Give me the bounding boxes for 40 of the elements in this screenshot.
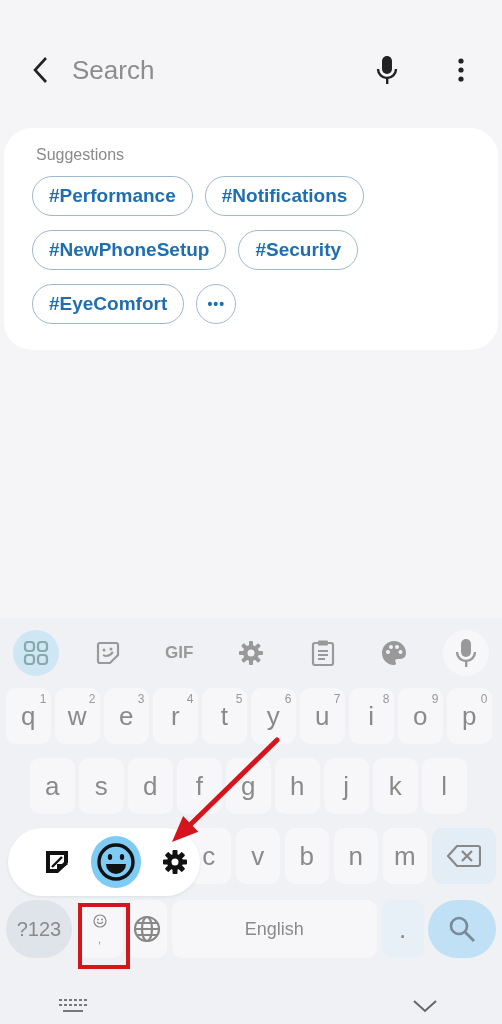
gif-button[interactable]: GIF bbox=[156, 630, 203, 676]
letter-key[interactable]: f bbox=[177, 758, 222, 814]
grid-icon[interactable] bbox=[12, 630, 59, 676]
hashtag-chip[interactable]: #NewPhoneSetup bbox=[32, 230, 227, 270]
smiley-icon bbox=[92, 913, 107, 928]
globe-key[interactable] bbox=[127, 900, 167, 958]
hashtag-chip[interactable]: #Notifications bbox=[204, 176, 365, 216]
letter-key[interactable]: l bbox=[422, 758, 467, 814]
letter-key[interactable]: 4 r bbox=[153, 688, 198, 744]
letter-key[interactable]: a bbox=[30, 758, 75, 814]
letter-key[interactable]: k bbox=[373, 758, 418, 814]
back-icon[interactable] bbox=[32, 56, 48, 84]
more-options-icon[interactable] bbox=[458, 58, 464, 82]
period-key[interactable]: . bbox=[381, 900, 424, 958]
letter-key[interactable]: s bbox=[79, 758, 124, 814]
backspace-icon bbox=[446, 844, 481, 868]
space-bar[interactable]: English bbox=[171, 900, 377, 958]
microphone-icon[interactable] bbox=[376, 55, 398, 85]
chevron-down-icon[interactable] bbox=[412, 999, 438, 1013]
letter-key[interactable]: d bbox=[128, 758, 173, 814]
symbols-key[interactable]: ?123 bbox=[6, 900, 72, 958]
search-icon bbox=[448, 915, 476, 943]
letter-key[interactable]: 5 t bbox=[202, 688, 247, 744]
globe-icon bbox=[132, 914, 162, 944]
hashtag-chip[interactable]: #Security bbox=[238, 230, 359, 270]
hashtag-chip[interactable]: #EyeComfort bbox=[32, 284, 185, 324]
more-button[interactable]: ••• bbox=[196, 284, 237, 324]
letter-key[interactable]: h bbox=[275, 758, 320, 814]
backspace-key[interactable] bbox=[431, 828, 496, 884]
letter-key[interactable]: j bbox=[324, 758, 369, 814]
keyboard-icon[interactable] bbox=[58, 998, 88, 1014]
letter-key[interactable]: n bbox=[333, 828, 378, 884]
search-key[interactable] bbox=[428, 900, 496, 958]
letter-key[interactable]: 8 i bbox=[349, 688, 394, 744]
letter-key[interactable]: v bbox=[235, 828, 280, 884]
hashtag-chip[interactable]: #Performance bbox=[32, 176, 193, 216]
letter-key[interactable]: m bbox=[382, 828, 427, 884]
search-field[interactable]: Search bbox=[72, 54, 362, 86]
suggestions-title: Suggestions bbox=[36, 146, 125, 164]
letter-key[interactable]: b bbox=[284, 828, 329, 884]
